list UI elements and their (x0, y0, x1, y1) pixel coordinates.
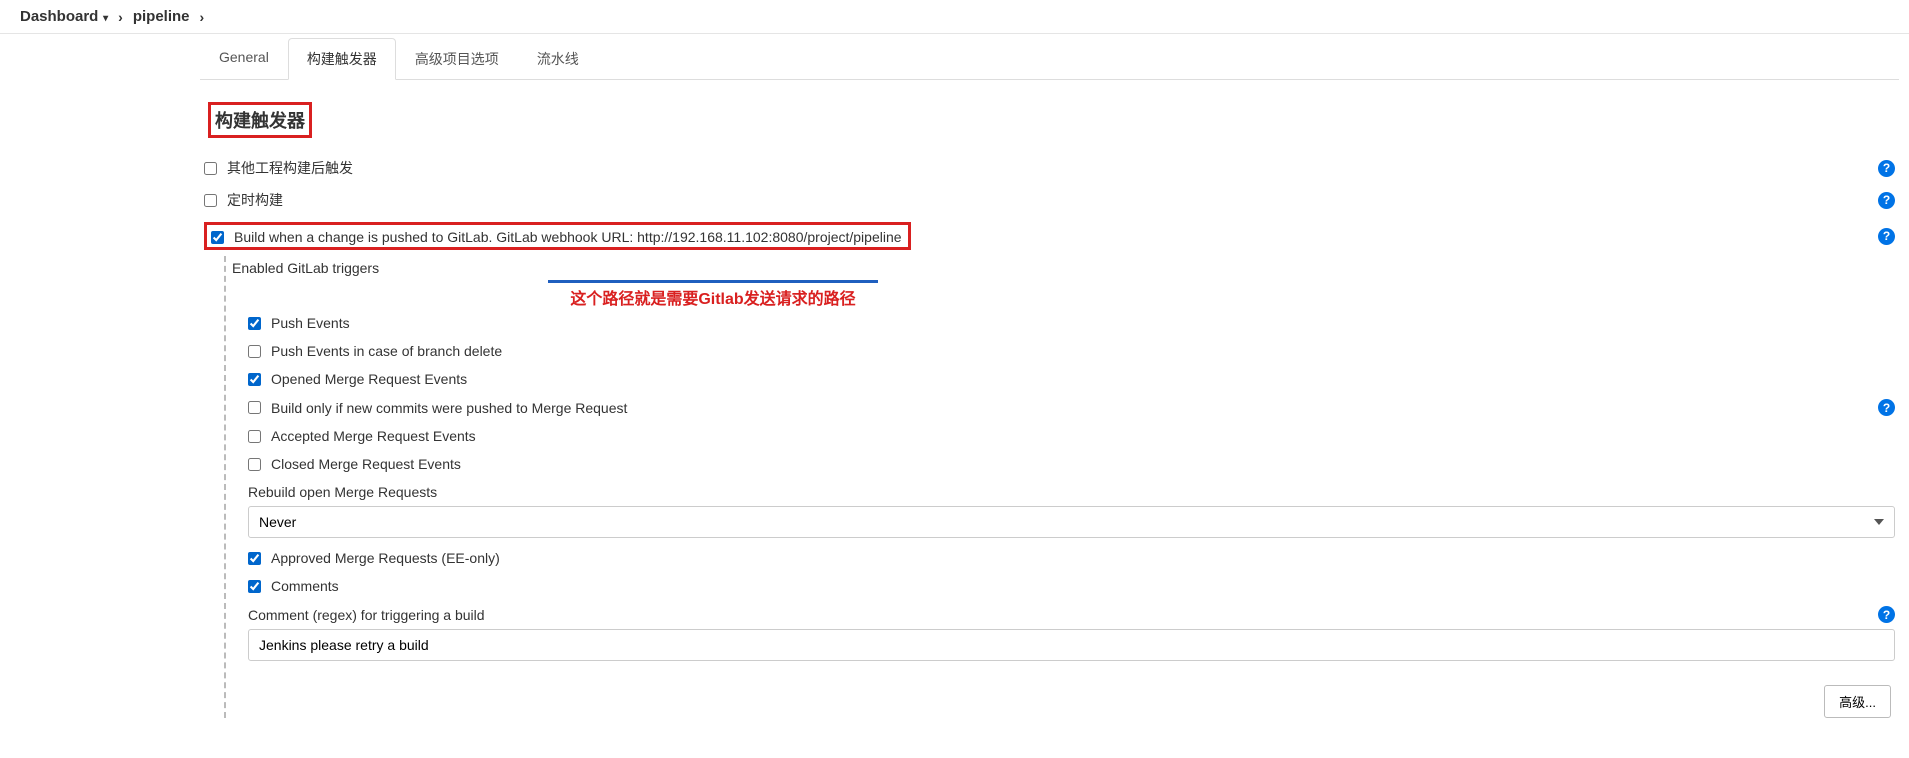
checkbox-gitlab-push[interactable] (211, 231, 224, 244)
trigger-scheduled: 定时构建 ? (204, 184, 1895, 216)
trigger-approved-mr: Approved Merge Requests (EE-only) (226, 544, 1895, 572)
tab-general[interactable]: General (200, 38, 288, 80)
label-build-after-other: 其他工程构建后触发 (227, 158, 1878, 178)
label-opened-mr: Opened Merge Request Events (271, 371, 1895, 387)
sidebar-placeholder (0, 34, 200, 748)
trigger-closed-mr: Closed Merge Request Events (226, 450, 1895, 478)
trigger-build-only-new-commits: Build only if new commits were pushed to… (226, 393, 1895, 422)
label-push-events: Push Events (271, 315, 1895, 331)
trigger-gitlab-push-row: Build when a change is pushed to GitLab.… (204, 216, 1895, 256)
tab-advanced-options[interactable]: 高级项目选项 (396, 38, 518, 80)
select-rebuild-open-mr[interactable]: Never (248, 506, 1895, 538)
help-icon[interactable]: ? (1878, 399, 1895, 416)
trigger-comments: Comments (226, 572, 1895, 600)
label-gitlab-push: Build when a change is pushed to GitLab.… (234, 229, 902, 245)
breadcrumb: Dashboard ▾ › pipeline › (0, 0, 1909, 34)
label-build-only-new-commits: Build only if new commits were pushed to… (271, 400, 1878, 416)
label-approved-mr: Approved Merge Requests (EE-only) (271, 550, 1895, 566)
help-icon[interactable]: ? (1878, 606, 1895, 623)
label-scheduled: 定时构建 (227, 190, 1878, 210)
checkbox-push-branch-delete[interactable] (248, 345, 261, 358)
label-comment-regex: Comment (regex) for triggering a build (248, 607, 485, 623)
trigger-opened-mr: Opened Merge Request Events (226, 365, 1895, 393)
chevron-right-icon: › (118, 9, 123, 25)
trigger-push-branch-delete: Push Events in case of branch delete (226, 337, 1895, 365)
input-comment-regex[interactable] (248, 629, 1895, 661)
section-title-build-triggers: 构建触发器 (208, 102, 312, 138)
breadcrumb-project[interactable]: pipeline (133, 8, 190, 25)
field-comment-regex: Comment (regex) for triggering a build ? (226, 600, 1895, 667)
checkbox-opened-mr[interactable] (248, 373, 261, 386)
checkbox-comments[interactable] (248, 580, 261, 593)
checkbox-push-events[interactable] (248, 317, 261, 330)
chevron-right-icon: › (200, 9, 205, 25)
label-comments: Comments (271, 578, 1895, 594)
checkbox-approved-mr[interactable] (248, 552, 261, 565)
checkbox-build-after-other[interactable] (204, 162, 217, 175)
gitlab-triggers-section: Enabled GitLab triggers 这个路径就是需要Gitlab发送… (224, 256, 1895, 718)
help-icon[interactable]: ? (1878, 160, 1895, 177)
tab-build-triggers[interactable]: 构建触发器 (288, 38, 396, 80)
trigger-accepted-mr: Accepted Merge Request Events (226, 422, 1895, 450)
trigger-push-events: Push Events (226, 309, 1895, 337)
field-rebuild-open-mr: Rebuild open Merge Requests Never (226, 478, 1895, 544)
checkbox-accepted-mr[interactable] (248, 430, 261, 443)
checkbox-closed-mr[interactable] (248, 458, 261, 471)
annotation-text: 这个路径就是需要Gitlab发送请求的路径 (548, 280, 878, 309)
breadcrumb-dashboard[interactable]: Dashboard ▾ (20, 8, 108, 25)
help-icon[interactable]: ? (1878, 192, 1895, 209)
checkbox-scheduled[interactable] (204, 194, 217, 207)
label-accepted-mr: Accepted Merge Request Events (271, 428, 1895, 444)
label-closed-mr: Closed Merge Request Events (271, 456, 1895, 472)
gitlab-triggers-subheader: Enabled GitLab triggers (226, 256, 1895, 282)
trigger-build-after-other: 其他工程构建后触发 ? (204, 152, 1895, 184)
checkbox-build-only-new-commits[interactable] (248, 401, 261, 414)
help-icon[interactable]: ? (1878, 228, 1895, 245)
advanced-button[interactable]: 高级... (1824, 685, 1891, 718)
tab-pipeline[interactable]: 流水线 (518, 38, 598, 80)
caret-down-icon: ▾ (100, 13, 108, 24)
config-tabs: General 构建触发器 高级项目选项 流水线 (200, 38, 1899, 80)
label-push-branch-delete: Push Events in case of branch delete (271, 343, 1895, 359)
label-rebuild-open-mr: Rebuild open Merge Requests (248, 484, 1895, 500)
